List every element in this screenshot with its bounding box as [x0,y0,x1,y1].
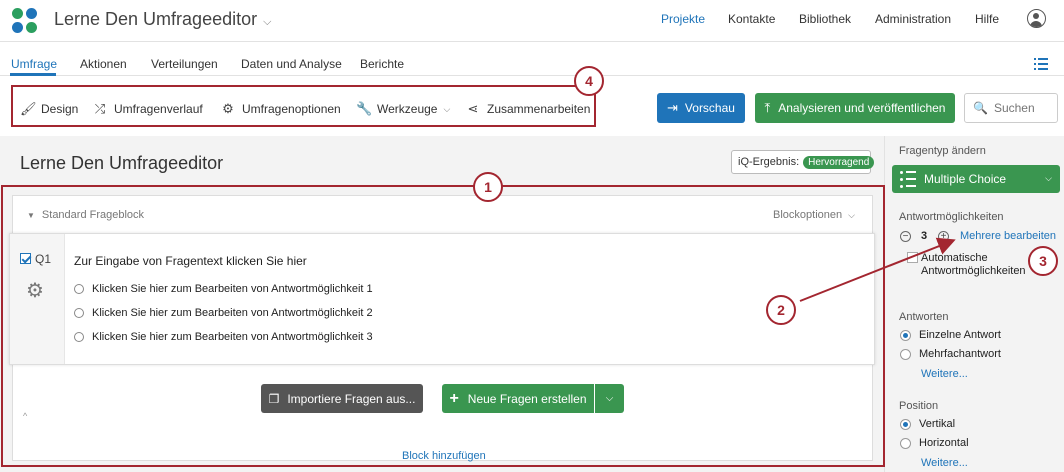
app-header: Lerne Den Umfrageeditor ⌵ Projekte Kontak… [0,0,1064,42]
nav-kontakte[interactable]: Kontakte [728,12,775,26]
choice-item[interactable]: Klicken Sie hier zum Bearbeiten von Antw… [74,283,373,295]
increase-choices-button[interactable]: + [938,231,949,242]
caret-down-icon: ▼ [27,211,35,220]
design-button[interactable]: 🖌 Design [20,101,78,117]
block-title[interactable]: ▼ Standard Frageblock [27,209,144,221]
collaborate-button[interactable]: ⋖ Zusammenarbeiten [466,101,591,117]
nav-hilfe[interactable]: Hilfe [975,12,999,26]
chevron-down-icon: ⌵ [848,210,855,220]
single-answer-radio[interactable] [900,330,911,341]
copy-icon: ❐ [268,391,280,406]
iq-score-badge[interactable]: iQ-Ergebnis: Hervorragend [731,150,875,174]
block-options-dropdown[interactable]: Blockoptionen ⌵ [773,209,855,221]
publish-icon: ⤒ [764,100,771,115]
gear-icon: ⚙ [222,101,234,116]
question-text[interactable]: Zur Eingabe von Fragentext klicken Sie h… [74,254,307,268]
nav-bibliothek[interactable]: Bibliothek [799,12,851,26]
nav-projekte[interactable]: Projekte [661,12,705,26]
search-input[interactable] [993,101,1054,115]
vertical-label: Vertikal [919,418,956,430]
answers-label: Antworten [899,311,949,323]
position-label: Position [899,400,939,412]
choice-item[interactable]: Klicken Sie hier zum Bearbeiten von Antw… [74,331,373,343]
edit-multiple-link[interactable]: Mehrere bearbeiten [960,230,1056,242]
tools-dropdown[interactable]: 🔧 Werkzeuge ⌵ [356,101,450,117]
radio-icon [74,332,84,342]
tab-aktionen[interactable]: Aktionen [80,57,127,71]
choices-count: 3 [921,230,928,242]
auto-choices-checkbox[interactable] [907,252,918,263]
survey-options-button[interactable]: ⚙ Umfragenoptionen [221,101,341,117]
choice-item[interactable]: Klicken Sie hier zum Bearbeiten von Antw… [74,307,373,319]
project-title[interactable]: Lerne Den Umfrageeditor ⌵ [54,9,271,30]
iq-score-value: Hervorragend [803,155,875,169]
tab-verteilungen[interactable]: Verteilungen [151,57,218,71]
radio-icon [74,308,84,318]
paintbrush-icon: 🖌 [20,101,37,116]
create-question-dropdown[interactable]: ⌵ [595,384,624,413]
chevron-down-icon: ⌵ [1045,173,1052,183]
radio-icon [74,284,84,294]
decrease-choices-button[interactable]: − [900,231,911,242]
block-header: ▼ Standard Frageblock Blockoptionen ⌵ [13,196,872,234]
search-icon: 🔍 [973,101,988,115]
survey-flow-button[interactable]: ⤮ Umfragenverlauf [93,101,203,117]
horizontal-label: Horizontal [919,437,969,449]
multiple-answer-label: Mehrfachantwort [919,348,1001,360]
auto-choices-label: Automatische Antwortmöglichkeiten [921,252,1026,277]
editor-toolbar: 🖌 Design ⤮ Umfragenverlauf ⚙ Umfragenoption… [0,76,1058,136]
survey-title[interactable]: Lerne Den Umfrageeditor [20,153,223,174]
horizontal-radio[interactable] [900,438,911,449]
chevron-down-icon: ⌵ [263,16,272,28]
search-field[interactable]: 🔍 [964,93,1058,123]
preview-icon: ⇥ [667,100,678,115]
tab-umfrage[interactable]: Umfrage [11,57,57,71]
question-id: Q1 [35,252,52,266]
tab-daten-und-analyse[interactable]: Daten und Analyse [241,57,342,71]
nav-administration[interactable]: Administration [875,12,951,26]
add-block-link[interactable]: Block hinzufügen [402,450,486,462]
survey-tabs: Umfrage Aktionen Verteilungen Daten und … [0,42,1064,76]
more-answers-link[interactable]: Weitere... [921,368,968,380]
question-card[interactable]: Q1 ⚙ Zur Eingabe von Fragentext klicken … [9,233,875,365]
preview-button[interactable]: ⇥ Vorschau [657,93,745,123]
question-sidebar: Q1 ⚙ [10,234,65,364]
create-question-button[interactable]: + Neue Fragen erstellen [442,384,594,413]
shuffle-icon: ⤮ [94,101,106,116]
chevron-down-icon: ⌵ [605,393,614,404]
choices-label: Antwortmöglichkeiten [899,211,1004,223]
user-avatar-icon[interactable] [1027,9,1046,28]
vertical-radio[interactable] [900,419,911,430]
gear-icon[interactable]: ⚙ [26,278,44,303]
share-icon: ⋖ [467,101,479,116]
collapse-icon[interactable]: ^ [23,411,27,421]
single-answer-label: Einzelne Antwort [919,329,1001,341]
qualtrics-logo-icon[interactable] [12,8,38,34]
change-type-label: Fragentyp ändern [899,145,986,157]
publish-button[interactable]: ⤒ Analysieren und veröffentlichen [755,93,955,123]
plus-icon: + [449,389,459,407]
more-position-link[interactable]: Weitere... [921,457,968,469]
question-type-dropdown[interactable]: Multiple Choice ⌵ [892,165,1060,193]
import-questions-button[interactable]: ❐ Importiere Fragen aus... [261,384,423,413]
wrench-icon: 🔧 [356,101,373,116]
multiple-choice-icon [900,170,916,188]
tab-berichte[interactable]: Berichte [360,57,404,71]
list-view-icon[interactable] [1034,58,1048,70]
question-select-checkbox[interactable] [20,253,31,264]
multiple-answer-radio[interactable] [900,349,911,360]
chevron-down-icon: ⌵ [443,103,451,114]
